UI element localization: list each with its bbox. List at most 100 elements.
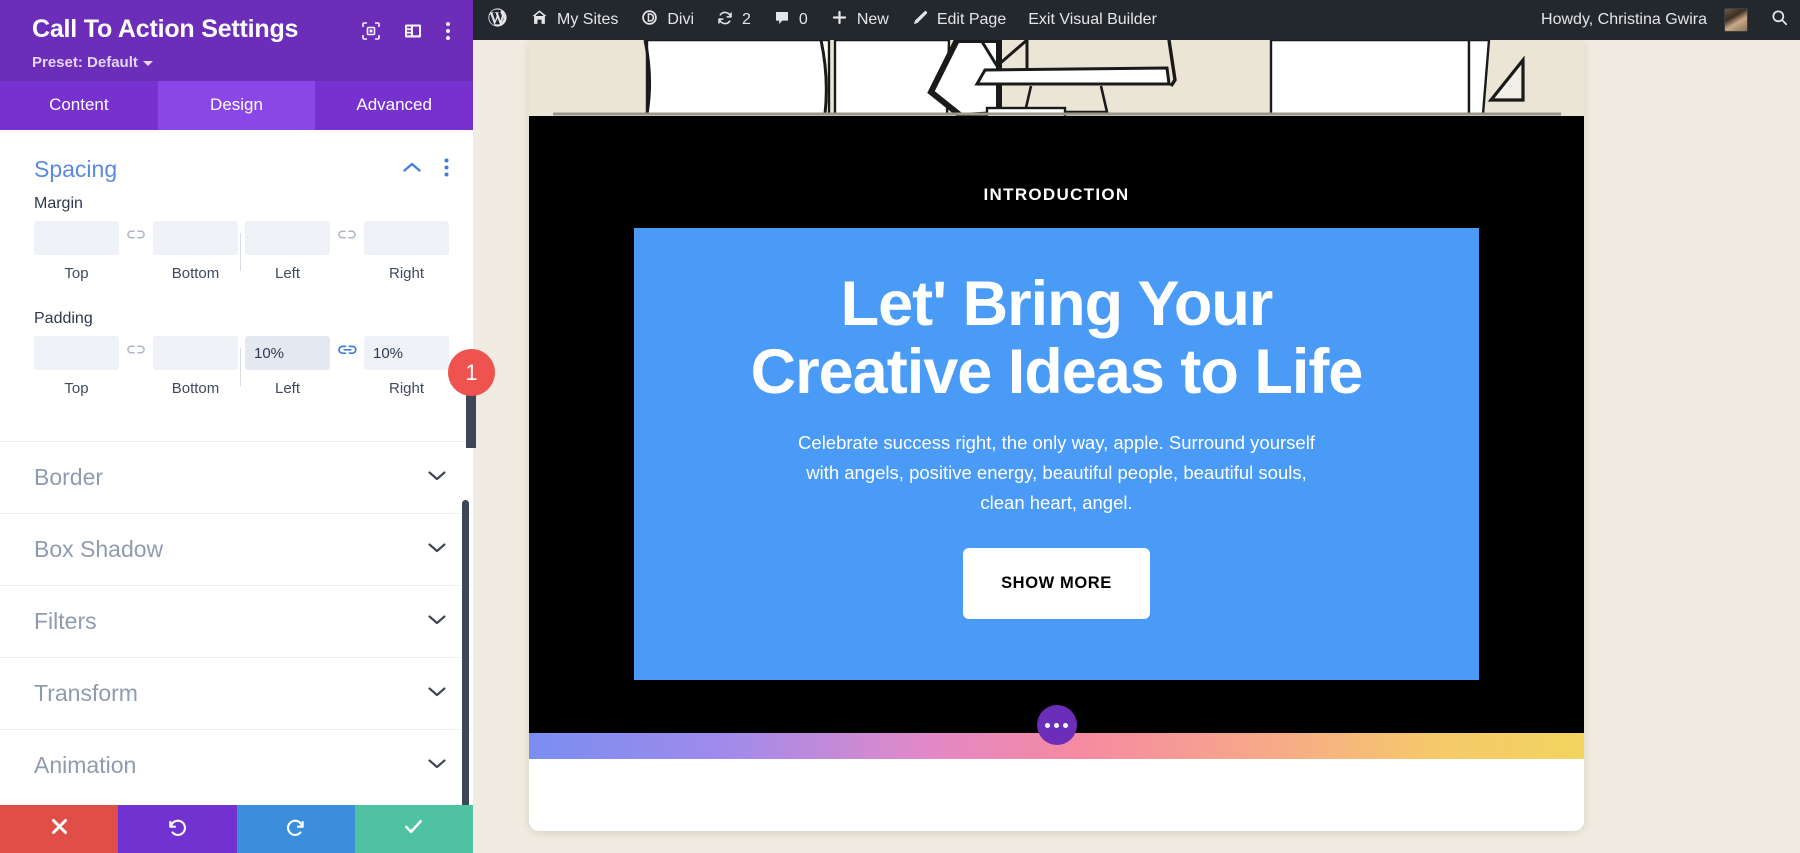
spacing-section: Spacing Margin Top Bottom Left Right Pad… <box>0 130 473 397</box>
chevron-up-icon[interactable] <box>402 161 422 179</box>
save-button[interactable] <box>354 805 473 853</box>
cta-body-text: Celebrate success right, the only way, a… <box>798 432 1315 513</box>
search-icon <box>1770 8 1789 32</box>
margin-bottom-input[interactable] <box>153 221 238 255</box>
page-title: Call To Action Settings <box>32 15 299 43</box>
tab-design[interactable]: Design <box>157 81 316 130</box>
accordion-row-box-shadow[interactable]: Box Shadow <box>0 513 473 585</box>
chevron-down-icon[interactable] <box>427 469 447 487</box>
padding-left-input[interactable] <box>245 336 330 370</box>
link-padding-top-bottom-icon[interactable] <box>119 343 153 357</box>
adminbar-search-button[interactable] <box>1759 0 1800 40</box>
tab-content[interactable]: Content <box>0 81 158 130</box>
margin-inputs: Top Bottom Left Right <box>34 221 449 282</box>
step-badge: 1 <box>448 349 495 396</box>
adminbar-label: 2 <box>742 11 751 28</box>
dot-icon <box>1063 722 1068 728</box>
check-icon <box>402 815 425 843</box>
wordpress-logo-icon <box>487 7 508 33</box>
redo-button[interactable] <box>236 805 355 853</box>
adminbar-item-comments[interactable]: 0 <box>762 0 819 40</box>
comments-icon <box>773 9 791 32</box>
link-padding-left-right-icon[interactable] <box>330 343 364 358</box>
padding-inputs: Top Bottom 10% Left 10% Right <box>34 336 449 397</box>
cancel-button[interactable] <box>0 805 119 853</box>
panel-body: Spacing Margin Top Bottom Left Right Pad… <box>0 130 473 805</box>
margin-top-input[interactable] <box>34 221 119 255</box>
margin-left-input[interactable] <box>245 221 330 255</box>
adminbar-item-exit-visual-builder[interactable]: Exit Visual Builder <box>1017 0 1168 40</box>
link-margin-left-right-icon[interactable] <box>330 228 364 242</box>
chevron-down-icon[interactable] <box>427 685 447 703</box>
accordion-label: Filters <box>34 608 97 634</box>
adminbar-item-divi[interactable]: Divi <box>629 0 705 40</box>
dot-icon <box>1045 722 1050 728</box>
builder-canvas: INTRODUCTION Let' Bring Your Creative Id… <box>473 40 1800 853</box>
divi-icon <box>640 8 659 32</box>
design-accordion: Border Box Shadow Filters Transform Anim… <box>0 441 473 801</box>
wp-admin-bar: My Sites Divi 2 0 New Edit Page Exit Vis… <box>473 0 1800 40</box>
padding-bottom-input[interactable] <box>153 336 238 370</box>
spacing-more-icon[interactable] <box>444 158 449 182</box>
chevron-down-icon <box>142 61 153 66</box>
adminbar-item-howdy[interactable]: Howdy, Christina Gwira <box>1527 0 1759 40</box>
cta-heading: Let' Bring Your Creative Ideas to Life <box>750 269 1364 408</box>
adminbar-label: Edit Page <box>936 11 1007 28</box>
padding-label: Padding <box>34 310 93 327</box>
builder-area: My Sites Divi 2 0 New Edit Page Exit Vis… <box>473 0 1800 853</box>
margin-right-input[interactable] <box>364 221 449 255</box>
adminbar-label: My Sites <box>557 11 619 28</box>
show-more-button[interactable]: SHOW MORE <box>963 547 1150 619</box>
accordion-row-filters[interactable]: Filters <box>0 585 473 657</box>
adminbar-item-wordpress[interactable] <box>473 0 519 40</box>
layout-columns-icon[interactable] <box>403 21 423 46</box>
screen-root: Call To Action Settings Preset: Default … <box>0 0 1800 853</box>
preset-selector[interactable]: Preset: Default <box>32 54 453 71</box>
padding-top-input[interactable] <box>34 336 119 370</box>
settings-tabs: Content Design Advanced <box>0 81 473 130</box>
accordion-row-border[interactable]: Border <box>0 441 473 513</box>
link-margin-top-bottom-icon[interactable] <box>119 228 153 242</box>
hero-illustration <box>529 40 1584 121</box>
margin-right-caption: Right <box>388 265 425 282</box>
padding-right-input[interactable] <box>364 336 449 370</box>
tab-advanced[interactable]: Advanced <box>315 81 473 130</box>
adminbar-item-edit-page[interactable]: Edit Page <box>900 0 1017 40</box>
padding-group: Padding Top Bottom 10% Left 10% Right <box>0 304 473 397</box>
adminbar-label: Exit Visual Builder <box>1028 11 1157 28</box>
adminbar-item-updates[interactable]: 2 <box>705 0 762 40</box>
undo-button[interactable] <box>118 805 237 853</box>
accordion-label: Border <box>34 464 104 490</box>
panel-action-bar <box>0 805 473 853</box>
focus-target-icon[interactable] <box>361 21 381 46</box>
dot-icon <box>1054 722 1059 728</box>
adminbar-item-my-sites[interactable]: My Sites <box>519 0 629 40</box>
divider <box>240 232 241 271</box>
howdy-label: Howdy, Christina Gwira <box>1541 11 1707 28</box>
margin-top-caption: Top <box>64 265 89 282</box>
spacing-title: Spacing <box>34 156 118 182</box>
undo-icon <box>166 815 189 843</box>
panel-scrollbar[interactable] <box>462 500 469 805</box>
accordion-label: Box Shadow <box>34 536 164 562</box>
cta-module[interactable]: Let' Bring Your Creative Ideas to Life C… <box>634 228 1479 680</box>
chevron-down-icon[interactable] <box>427 541 447 559</box>
margin-label: Margin <box>34 195 83 212</box>
margin-bottom-caption: Bottom <box>171 265 220 282</box>
chevron-down-icon[interactable] <box>427 757 447 775</box>
accordion-label: Animation <box>34 752 137 778</box>
accordion-label: Transform <box>34 680 138 706</box>
builder-menu-fab[interactable] <box>1036 705 1077 745</box>
sites-icon <box>530 8 549 32</box>
accordion-row-transform[interactable]: Transform <box>0 657 473 729</box>
step-badge-stem <box>466 392 476 448</box>
adminbar-item-new[interactable]: New <box>819 0 900 40</box>
margin-left-caption: Left <box>274 265 301 282</box>
padding-top-caption: Top <box>64 380 89 397</box>
close-icon <box>49 816 70 842</box>
hero-eyebrow: INTRODUCTION <box>983 185 1130 204</box>
accordion-row-animation[interactable]: Animation <box>0 729 473 801</box>
chevron-down-icon[interactable] <box>427 613 447 631</box>
more-vertical-icon[interactable] <box>445 20 451 47</box>
spacing-section-header[interactable]: Spacing <box>0 130 473 189</box>
